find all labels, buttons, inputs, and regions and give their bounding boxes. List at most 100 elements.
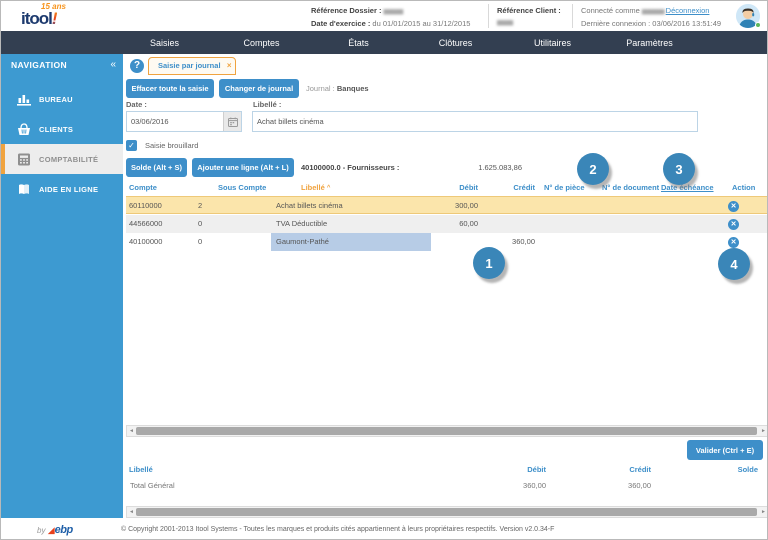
table-row: 60110000 2 Achat billets cinéma 300,00 ✕	[126, 196, 767, 215]
date-field-wrap	[126, 111, 242, 132]
cell-document[interactable]	[590, 197, 660, 215]
totals-col-solde: Solde	[737, 465, 758, 474]
delete-row-icon[interactable]: ✕	[728, 236, 739, 248]
top-header: 15 ans itool! Référence Dossier : ▆▆▆ ▆▆…	[1, 1, 767, 31]
cell-libelle-selected[interactable]: Gaumont-Pathé	[271, 233, 431, 251]
cell-compte[interactable]: 40100000	[126, 233, 196, 251]
dossier-value-redacted: ▆▆▆ ▆▆	[383, 9, 404, 15]
cell-libelle[interactable]: TVA Déductible	[271, 215, 431, 233]
cell-sous-compte[interactable]: 0	[196, 215, 271, 233]
col-header-compte[interactable]: Compte	[126, 183, 196, 196]
help-icon[interactable]: ?	[130, 59, 144, 73]
col-header-document[interactable]: N° de document	[590, 183, 660, 196]
client-label: Référence Client :	[497, 6, 561, 15]
cell-compte[interactable]: 60110000	[126, 197, 196, 215]
sidebar-item-comptabilite[interactable]: COMPTABILITÉ	[1, 144, 123, 174]
close-tab-icon[interactable]: ×	[227, 58, 232, 74]
totals-col-libelle: Libellé	[129, 465, 153, 474]
cell-debit[interactable]: 300,00	[431, 197, 478, 215]
menu-utilitaires[interactable]: Utilitaires	[504, 38, 601, 48]
col-header-piece[interactable]: N° de pièce	[535, 183, 590, 196]
cell-debit[interactable]: 60,00	[431, 215, 478, 233]
totals-col-debit: Débit	[527, 465, 546, 474]
cell-debit[interactable]	[431, 233, 478, 251]
sort-asc-icon: ^	[326, 185, 331, 191]
cell-document[interactable]	[590, 215, 660, 233]
cell-echeance[interactable]	[660, 233, 720, 251]
cell-piece[interactable]	[535, 233, 590, 251]
scrollbar-thumb[interactable]	[136, 508, 757, 516]
scroll-left-icon[interactable]: ◄	[127, 426, 136, 436]
annotation-circle-1: 1	[473, 247, 505, 279]
cell-sous-compte[interactable]: 0	[196, 233, 271, 251]
cell-document[interactable]	[590, 233, 660, 251]
validate-button[interactable]: Valider (Ctrl + E)	[687, 440, 763, 460]
add-line-button[interactable]: Ajouter une ligne (Alt + L)	[192, 158, 294, 177]
totals-row: Total Général 360,00 360,00	[126, 481, 767, 490]
calculator-icon	[17, 153, 31, 166]
table-row: 44566000 0 TVA Déductible 60,00 ✕	[126, 215, 767, 233]
annotation-circle-2: 2	[577, 153, 609, 185]
menu-etats[interactable]: États	[310, 38, 407, 48]
menu-comptes[interactable]: Comptes	[213, 38, 310, 48]
dossier-info-block: Référence Dossier : ▆▆▆ ▆▆ Date d'exerci…	[311, 5, 470, 29]
cell-piece[interactable]	[535, 215, 590, 233]
scroll-right-icon[interactable]: ►	[759, 507, 767, 517]
logo-brand-text: itool!	[21, 9, 57, 28]
solde-button[interactable]: Solde (Alt + S)	[126, 158, 187, 177]
session-info-block: Connecté comme ▆▆▆▆▆▆ Déconnexion Derniè…	[581, 5, 721, 29]
draft-checkbox[interactable]: ✓	[126, 139, 137, 151]
scroll-right-icon[interactable]: ►	[759, 426, 767, 436]
cell-libelle[interactable]: Achat billets cinéma	[271, 197, 431, 215]
sidebar-item-clients[interactable]: CLIENTS	[1, 114, 123, 144]
horizontal-scrollbar[interactable]: ◄ ►	[126, 425, 767, 437]
connected-user-redacted: ▆▆▆▆▆▆	[641, 9, 665, 15]
sidebar-item-label: CLIENTS	[39, 124, 74, 134]
horizontal-scrollbar[interactable]: ◄ ►	[126, 506, 767, 518]
sidebar-item-bureau[interactable]: BUREAU	[1, 84, 123, 114]
exercice-label: Date d'exercice :	[311, 19, 371, 28]
col-header-sous-compte[interactable]: Sous Compte	[196, 183, 271, 196]
collapse-sidebar-icon[interactable]: «	[110, 59, 116, 70]
sidebar-item-aide[interactable]: AIDE EN LIGNE	[1, 174, 123, 204]
menu-clotures[interactable]: Clôtures	[407, 38, 504, 48]
table-row: 40100000 0 Gaumont-Pathé 360,00 ✕	[126, 233, 767, 251]
ebp-by-text: by	[37, 526, 46, 535]
tab-saisie-par-journal[interactable]: Saisie par journal ×	[148, 57, 236, 75]
footer: by ◢ebp © Copyright 2001-2013 Itool Syst…	[1, 518, 767, 539]
dossier-label: Référence Dossier :	[311, 6, 382, 15]
sidebar-item-label: COMPTABILITÉ	[39, 154, 99, 164]
col-header-credit[interactable]: Crédit	[478, 183, 535, 196]
cell-credit[interactable]	[478, 215, 535, 233]
cell-compte[interactable]: 44566000	[126, 215, 196, 233]
menu-saisies[interactable]: Saisies	[116, 38, 213, 48]
calendar-icon	[227, 117, 238, 127]
cell-echeance[interactable]	[660, 197, 720, 215]
delete-row-icon[interactable]: ✕	[728, 200, 739, 212]
entry-table-header: Compte Sous Compte Libellé ^ Débit Crédi…	[126, 183, 767, 196]
cell-echeance[interactable]	[660, 215, 720, 233]
sidebar-item-label: BUREAU	[39, 94, 73, 104]
menu-parametres[interactable]: Paramètres	[601, 38, 698, 48]
col-header-echeance[interactable]: Date échéance	[660, 183, 720, 196]
calendar-button[interactable]	[223, 112, 241, 131]
cell-piece[interactable]	[535, 197, 590, 215]
scrollbar-thumb[interactable]	[136, 427, 757, 435]
total-credit-value: 360,00	[628, 481, 651, 490]
journal-value: Banques	[336, 84, 369, 93]
libelle-input[interactable]	[252, 111, 698, 132]
col-header-debit[interactable]: Débit	[431, 183, 478, 196]
col-header-libelle[interactable]: Libellé ^	[271, 183, 431, 196]
sidebar-header: NAVIGATION «	[1, 54, 123, 78]
change-journal-button[interactable]: Changer de journal	[219, 79, 299, 98]
cell-sous-compte[interactable]: 2	[196, 197, 271, 215]
clear-entry-button[interactable]: Effacer toute la saisie	[126, 79, 214, 98]
online-status-dot	[755, 22, 761, 28]
logout-link[interactable]: Déconnexion	[666, 6, 710, 15]
exercice-value: du 01/01/2015 au 31/12/2015	[372, 19, 471, 28]
delete-row-icon[interactable]: ✕	[728, 218, 739, 230]
scroll-left-icon[interactable]: ◄	[127, 507, 136, 517]
ebp-brand-text: ebp	[54, 524, 74, 536]
cell-action: ✕	[720, 197, 767, 215]
cell-credit[interactable]	[478, 197, 535, 215]
